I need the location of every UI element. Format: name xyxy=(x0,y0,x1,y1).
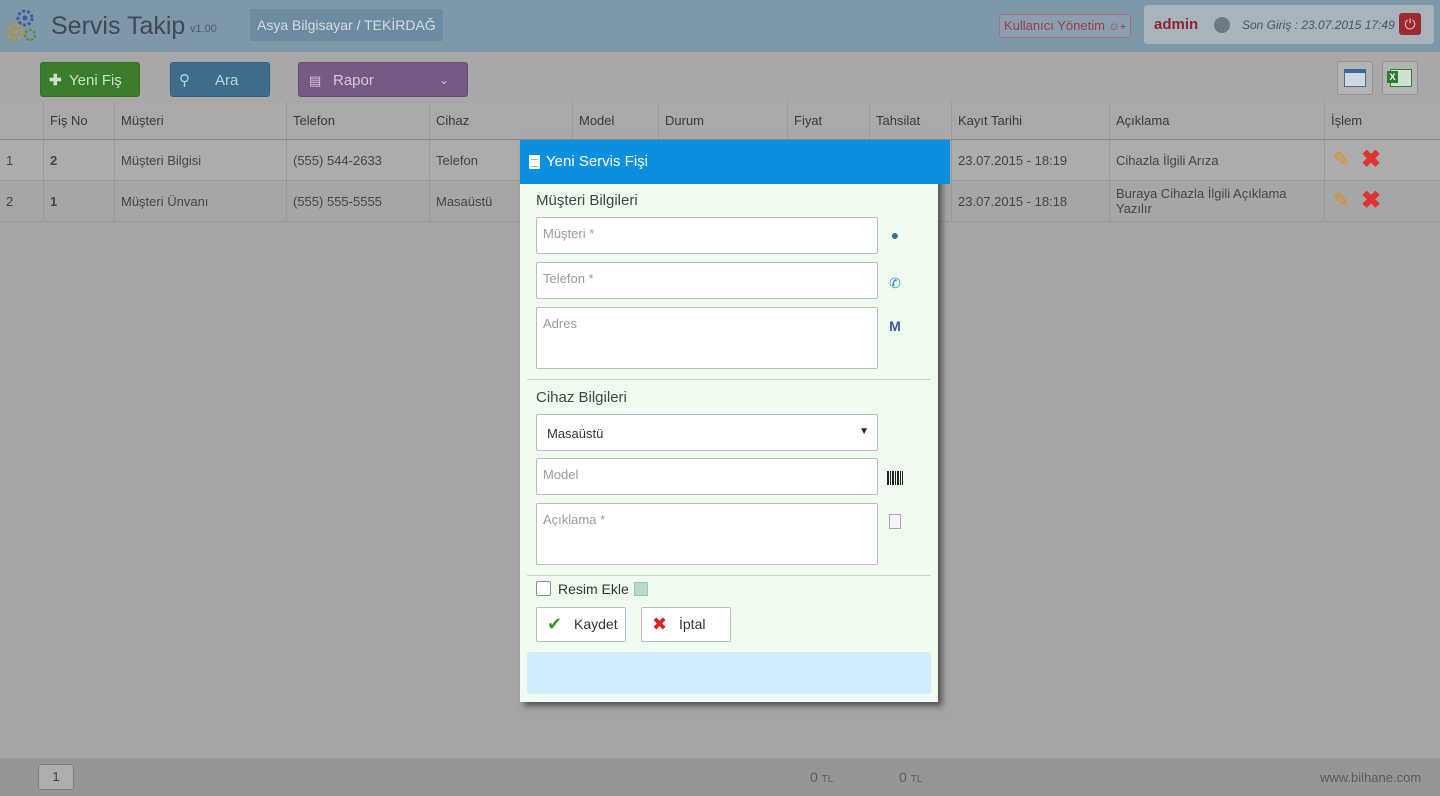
search-icon: ⚲ xyxy=(179,72,190,89)
username: admin xyxy=(1154,16,1199,33)
device-select-value: Masaüstü xyxy=(547,426,604,441)
columns-view-icon[interactable] xyxy=(1337,61,1373,95)
col-header[interactable]: Kayıt Tarihi xyxy=(951,102,1109,139)
user-management-label: Kullanıcı Yönetim xyxy=(1004,18,1105,33)
message-area xyxy=(527,652,931,694)
mail-icon: M xyxy=(889,318,901,334)
total-price: 0 TL xyxy=(810,769,834,785)
image-icon xyxy=(634,582,648,596)
table-header: Fiş No Müşteri Telefon Cihaz Model Durum… xyxy=(0,102,1440,140)
col-header[interactable]: Telefon xyxy=(286,102,429,139)
phone-cell: (555) 544-2633 xyxy=(286,140,429,180)
note-icon xyxy=(886,513,904,531)
delete-x-icon[interactable]: ✖ xyxy=(1361,188,1387,214)
last-login: Son Giriş : 23.07.2015 17:49 xyxy=(1242,18,1395,32)
chevron-down-icon: ⌄ xyxy=(439,73,450,87)
barcode-icon xyxy=(886,470,904,488)
address-textarea[interactable]: Adres xyxy=(536,307,878,369)
report-dropdown-button[interactable]: ▤ Rapor ⌄ xyxy=(298,62,468,97)
edit-pencil-icon[interactable]: ✎ xyxy=(1333,149,1355,171)
user-avatar-icon xyxy=(1214,17,1230,33)
footer: 1 0 TL 0 TL www.bilhane.com xyxy=(0,758,1440,796)
report-icon: ▤ xyxy=(309,73,322,88)
divider xyxy=(527,379,931,380)
cancel-label: İptal xyxy=(679,616,706,632)
excel-export-icon[interactable]: X xyxy=(1382,61,1418,95)
search-button[interactable]: ⚲ Ara xyxy=(170,62,270,97)
checkmark-icon: ✔ xyxy=(547,614,563,634)
plus-icon: ✚ xyxy=(49,72,62,89)
col-header[interactable]: Fiyat xyxy=(787,102,869,139)
total-paid: 0 TL xyxy=(899,769,923,785)
date-cell: 23.07.2015 - 18:19 xyxy=(951,140,1109,180)
col-header[interactable]: Fiş No xyxy=(43,102,114,139)
ticket-no: 1 xyxy=(43,181,114,221)
phone-icon: ✆ xyxy=(889,275,901,291)
app-version: v1.00 xyxy=(190,23,217,35)
toolbar: ✚ Yeni Fiş ⚲ Ara ▤ Rapor ⌄ X xyxy=(0,52,1440,102)
modal-title: Yeni Servis Fişi xyxy=(546,153,648,170)
edit-pencil-icon[interactable]: ✎ xyxy=(1333,190,1355,212)
col-header: İşlem xyxy=(1324,102,1440,139)
model-input[interactable]: Model xyxy=(536,458,878,495)
phone-cell: (555) 555-5555 xyxy=(286,181,429,221)
col-header[interactable]: Açıklama xyxy=(1109,102,1324,139)
save-label: Kaydet xyxy=(574,616,618,632)
customer-input[interactable]: Müşteri * xyxy=(536,217,878,254)
col-header[interactable]: Tahsilat xyxy=(869,102,951,139)
document-icon xyxy=(529,155,540,169)
save-button[interactable]: ✔ Kaydet xyxy=(536,607,626,642)
add-user-icon: ☺+ xyxy=(1108,21,1127,33)
add-image-checkbox[interactable] xyxy=(536,581,551,596)
modal-title-bar[interactable]: Yeni Servis Fişi xyxy=(520,140,950,184)
col-header[interactable]: Müşteri xyxy=(114,102,286,139)
ticket-no: 2 xyxy=(43,140,114,180)
user-info-box: admin Son Giriş : 23.07.2015 17:49 ⏻ xyxy=(1144,5,1434,44)
desc-cell: Cihazla İlgili Arıza xyxy=(1109,140,1324,180)
device-section-title: Cihaz Bilgileri xyxy=(536,389,627,406)
user-icon: ● xyxy=(890,227,900,243)
page-1-button[interactable]: 1 xyxy=(38,764,74,790)
new-ticket-modal: Yeni Servis Fişi Müşteri Bilgileri Müşte… xyxy=(520,140,950,702)
description-textarea[interactable]: Açıklama * xyxy=(536,503,878,565)
new-ticket-button[interactable]: ✚ Yeni Fiş xyxy=(40,62,140,97)
cancel-button[interactable]: ✖ İptal xyxy=(641,607,731,642)
logout-power-icon[interactable]: ⏻ xyxy=(1399,13,1421,35)
divider xyxy=(527,575,931,576)
col-header[interactable]: Cihaz xyxy=(429,102,572,139)
customer-section-title: Müşteri Bilgileri xyxy=(536,192,638,209)
dropdown-arrow-icon: ▼ xyxy=(859,426,869,437)
customer-cell: Müşteri Bilgisi xyxy=(114,140,286,180)
app-title: Servis Takip xyxy=(51,12,186,40)
app-header: Servis Takip v1.00 Asya Bilgisayar / TEK… xyxy=(0,0,1440,52)
company-badge[interactable]: Asya Bilgisayar / TEKİRDAĞ xyxy=(250,9,443,41)
date-cell: 23.07.2015 - 18:18 xyxy=(951,181,1109,221)
col-header[interactable]: Durum xyxy=(658,102,787,139)
report-label: Rapor xyxy=(333,72,374,89)
site-link[interactable]: www.bilhane.com xyxy=(1320,770,1421,785)
desc-cell: Buraya Cihazla İlgili Açıklama Yazılır xyxy=(1109,181,1324,221)
device-select[interactable]: Masaüstü ▼ xyxy=(536,414,878,451)
delete-x-icon[interactable]: ✖ xyxy=(1361,147,1387,173)
row-index: 2 xyxy=(6,193,14,209)
col-header[interactable]: Model xyxy=(572,102,658,139)
add-image-label[interactable]: Resim Ekle xyxy=(558,581,629,597)
phone-input[interactable]: Telefon * xyxy=(536,262,878,299)
user-management-button[interactable]: Kullanıcı Yönetim ☺+ xyxy=(999,14,1132,38)
search-label: Ara xyxy=(215,72,239,89)
close-icon: ✖ xyxy=(652,614,668,634)
gears-logo-icon xyxy=(6,9,37,42)
new-ticket-label: Yeni Fiş xyxy=(69,72,122,89)
row-index: 1 xyxy=(6,152,14,168)
customer-cell: Müşteri Ünvanı xyxy=(114,181,286,221)
